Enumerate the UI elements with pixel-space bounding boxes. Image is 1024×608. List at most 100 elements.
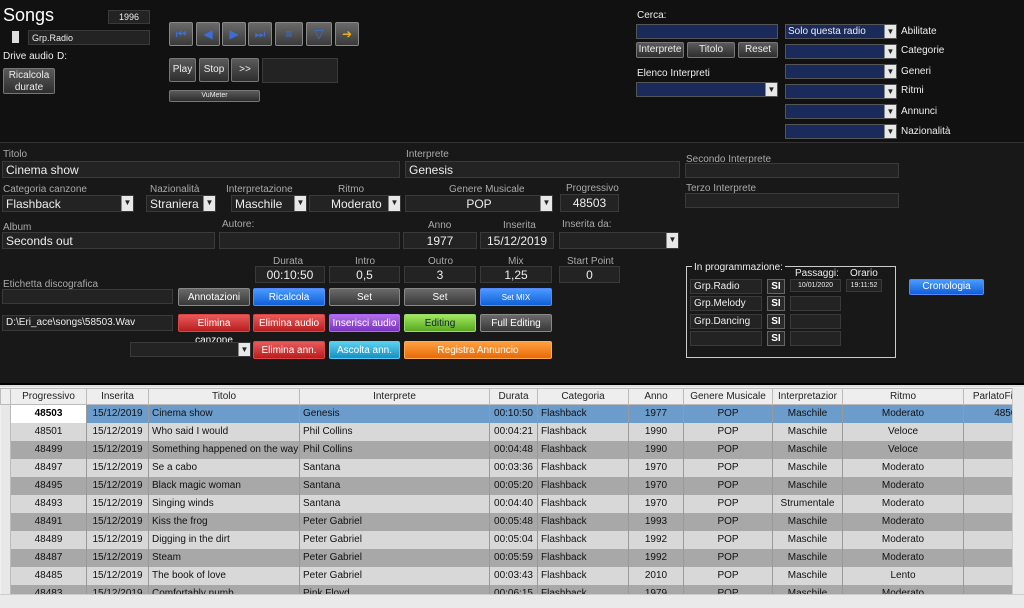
table-cell[interactable]: Cinema show [148,404,300,423]
table-cell[interactable]: 1992 [628,548,684,567]
full-editing-button[interactable]: Full Editing [480,314,552,332]
categorie-select[interactable]: ▼ [785,44,897,59]
intro-field[interactable]: 0,5 [329,266,400,283]
anno-field[interactable]: 1977 [403,232,477,249]
table-cell[interactable]: Flashback [537,458,629,477]
elenco-interpreti-select[interactable]: ▼ [636,82,778,97]
table-cell[interactable]: POP [683,530,773,549]
prog-radio-si[interactable]: SI [767,279,785,294]
annunci-select[interactable]: ▼ [785,104,897,119]
search-interprete-button[interactable]: Interprete [636,42,684,58]
table-cell[interactable]: Flashback [537,530,629,549]
table-cell[interactable]: 0 [963,512,1012,531]
next-record-icon[interactable]: ▶ [222,22,246,46]
table-cell[interactable]: 00:05:04 [489,530,538,549]
horizontal-scrollbar[interactable] [0,594,1024,608]
table-cell[interactable]: 00:03:43 [489,566,538,585]
table-cell[interactable]: 1990 [628,440,684,459]
genere-field[interactable]: POP ▼ [405,195,553,212]
row-selector-header[interactable] [0,388,11,405]
table-cell[interactable]: Lento [842,566,964,585]
table-cell[interactable]: 48483 [10,584,87,594]
table-cell[interactable]: Moderato [842,512,964,531]
table-cell[interactable]: Moderato [842,494,964,513]
table-cell[interactable]: 48487 [10,548,87,567]
table-cell[interactable]: Peter Gabriel [299,566,490,585]
table-cell[interactable]: 00:04:48 [489,440,538,459]
prog-melody-si[interactable]: SI [767,296,785,311]
row-selector[interactable] [0,476,11,495]
table-cell[interactable]: 00:05:59 [489,548,538,567]
sort-icon[interactable]: ≡ [275,22,303,46]
table-cell[interactable]: Maschile [772,440,843,459]
titolo-field[interactable]: Cinema show [2,161,400,178]
inserita-field[interactable]: 15/12/2019 [480,232,554,249]
table-cell[interactable]: Flashback [537,422,629,441]
table-cell[interactable]: 00:05:20 [489,476,538,495]
audio-path-field[interactable]: D:\Eri_ace\songs\58503.Wav [2,315,173,331]
table-cell[interactable]: 48497 [10,458,87,477]
nazionalita-field[interactable]: Straniera ▼ [146,195,216,212]
terzo-interprete-field[interactable] [685,193,899,208]
table-cell[interactable]: 00:03:36 [489,458,538,477]
table-cell[interactable]: Santana [299,494,490,513]
search-input[interactable] [636,24,778,39]
table-cell[interactable]: 15/12/2019 [86,494,149,513]
table-cell[interactable]: POP [683,566,773,585]
annuncio-select[interactable]: ▼ [130,342,251,357]
table-cell[interactable]: 48489 [10,530,87,549]
row-selector[interactable] [0,440,11,459]
table-cell[interactable]: Flashback [537,548,629,567]
chevron-down-icon[interactable]: ▼ [884,25,896,38]
table-row[interactable]: 48489 15/12/2019 Digging in the dirt Peter … [0,530,1012,549]
chevron-down-icon[interactable]: ▼ [203,196,215,211]
column-header-parlatofir[interactable]: ParlatoFir [963,388,1012,405]
table-cell[interactable]: POP [683,584,773,594]
mix-field[interactable]: 1,25 [480,266,552,283]
row-selector[interactable] [0,494,11,513]
table-cell[interactable]: 0 [963,476,1012,495]
prog-dancing-si[interactable]: SI [767,314,785,329]
table-cell[interactable]: Peter Gabriel [299,512,490,531]
table-cell[interactable]: Comfortably numb [148,584,300,594]
search-titolo-button[interactable]: Titolo [687,42,735,58]
row-selector[interactable] [0,422,11,441]
table-cell[interactable]: Flashback [537,476,629,495]
table-cell[interactable]: 1970 [628,476,684,495]
nazionalita-select[interactable]: ▼ [785,124,897,139]
table-cell[interactable]: 15/12/2019 [86,548,149,567]
table-cell[interactable]: 00:04:21 [489,422,538,441]
row-selector[interactable] [0,404,11,423]
table-cell[interactable]: Maschile [772,512,843,531]
chevron-down-icon[interactable]: ▼ [765,83,777,96]
table-cell[interactable]: Phil Collins [299,422,490,441]
categoria-select[interactable]: Flashback ▼ [2,195,134,212]
vumeter-button[interactable]: VuMeter [169,90,260,102]
vertical-scrollbar[interactable] [1012,388,1024,594]
etichetta-field[interactable] [2,289,173,304]
table-cell[interactable]: 48493 [10,494,87,513]
table-row[interactable]: 48497 15/12/2019 Se a cabo Santana 00:03:36 F… [0,458,1012,477]
table-cell[interactable]: POP [683,440,773,459]
table-cell[interactable]: Flashback [537,584,629,594]
table-cell[interactable]: Maschile [772,422,843,441]
chevron-down-icon[interactable]: ▼ [884,45,896,58]
table-cell[interactable]: 00:05:48 [489,512,538,531]
table-row[interactable]: 48501 15/12/2019 Who said I would Phil Coll… [0,422,1012,441]
table-cell[interactable]: Flashback [537,494,629,513]
table-cell[interactable]: Moderato [842,530,964,549]
table-cell[interactable]: Flashback [537,566,629,585]
table-cell[interactable]: 15/12/2019 [86,440,149,459]
cronologia-button[interactable]: Cronologia [909,279,984,295]
table-cell[interactable]: Veloce [842,422,964,441]
prev-record-icon[interactable]: ◀ [196,22,220,46]
table-cell[interactable]: 0 [963,548,1012,567]
table-cell[interactable]: Flashback [537,404,629,423]
chevron-down-icon[interactable]: ▼ [238,343,250,356]
elimina-canzone-button[interactable]: Elimina canzone [178,314,250,346]
column-header-durata[interactable]: Durata [489,388,538,405]
table-cell[interactable]: Santana [299,476,490,495]
table-cell[interactable]: 2010 [628,566,684,585]
table-cell[interactable]: Flashback [537,440,629,459]
table-cell[interactable]: POP [683,458,773,477]
